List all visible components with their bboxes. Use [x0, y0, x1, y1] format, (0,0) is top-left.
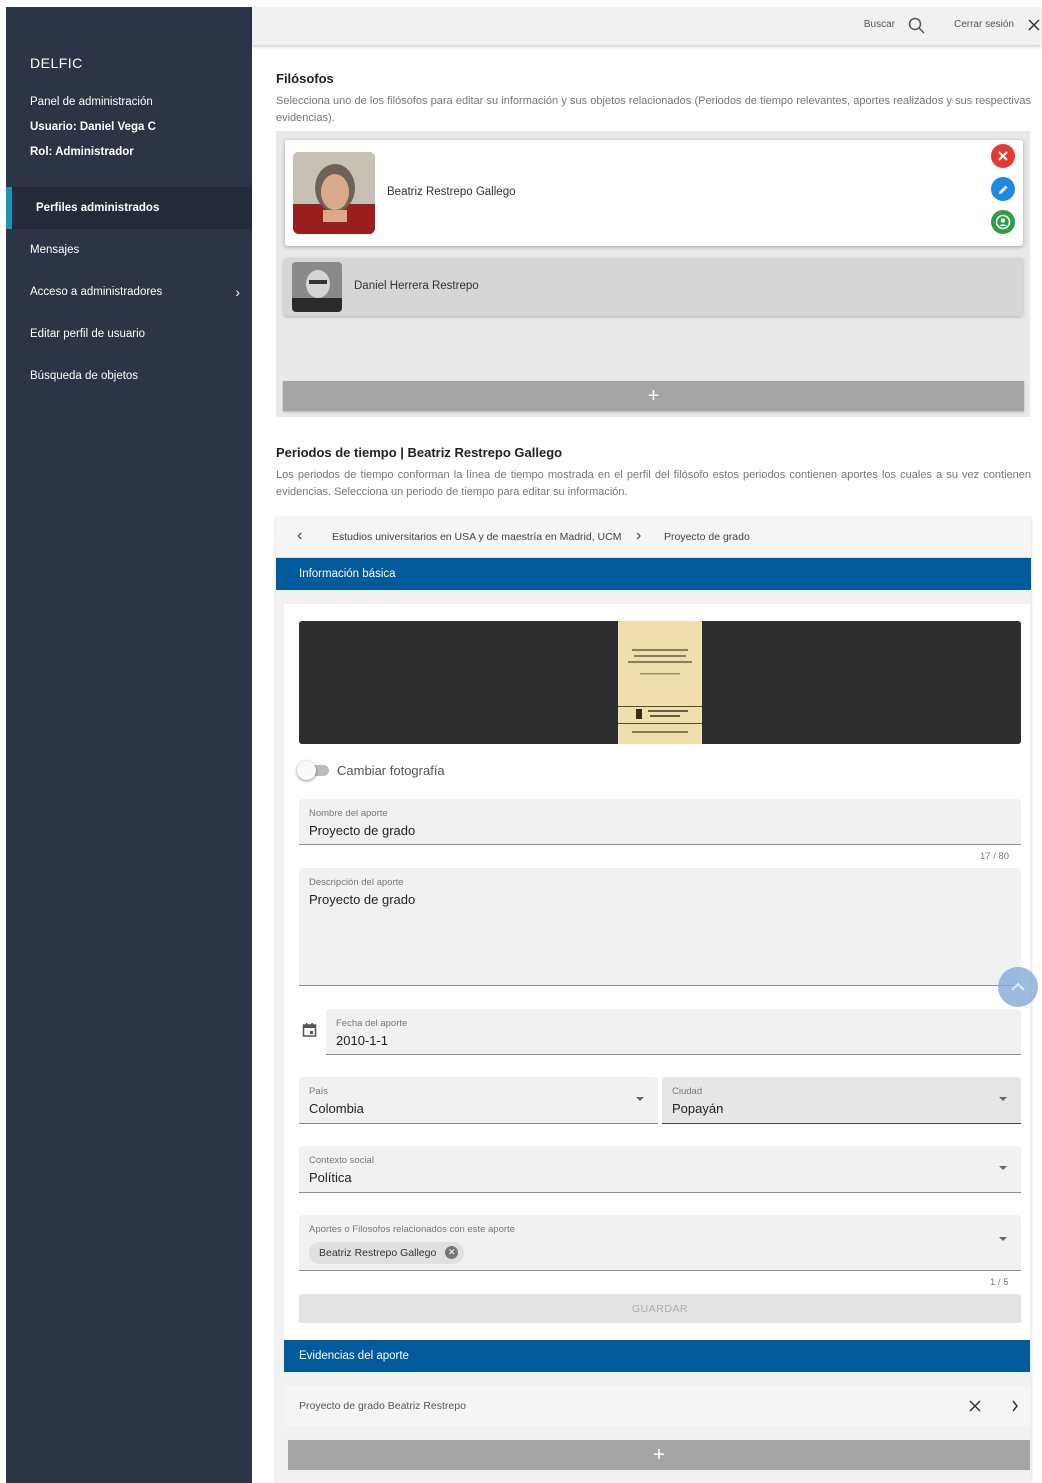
- sidebar-item-label: Búsqueda de objetos: [30, 370, 139, 382]
- user-label: Usuario: Daniel Vega C: [30, 121, 156, 133]
- evidence-label: Proyecto de grado Beatriz Restrepo: [299, 1400, 466, 1412]
- avatar: [292, 262, 342, 312]
- related-chip: Beatriz Restrepo Gallego ✕: [309, 1242, 465, 1264]
- contribution-description-field[interactable]: Descripción del aporte Proyecto de grado: [299, 868, 1021, 986]
- country-select[interactable]: País Colombia: [299, 1077, 658, 1124]
- philosophers-description: Selecciona uno de los filósofos para edi…: [276, 95, 1031, 124]
- sidebar: DELFIC Panel de administración Usuario: …: [6, 7, 252, 1483]
- dropdown-arrow-icon: [636, 1097, 644, 1101]
- field-value: Colombia: [309, 1101, 364, 1116]
- sidebar-item-label: Mensajes: [30, 244, 80, 256]
- field-label: Descripción del aporte: [309, 877, 404, 888]
- delete-evidence-icon[interactable]: [968, 1399, 982, 1418]
- philosopher-card[interactable]: Daniel Herrera Restrepo: [284, 258, 1023, 316]
- social-context-select[interactable]: Contexto social Política: [299, 1146, 1021, 1193]
- contribution-image: [299, 621, 1021, 744]
- field-value: Popayán: [672, 1101, 724, 1116]
- remove-chip-icon[interactable]: ✕: [445, 1246, 459, 1259]
- field-label: Nombre del aporte: [309, 808, 388, 819]
- basic-info-header: Información básica: [276, 558, 1031, 590]
- periods-description: Los periodos de tiempo conforman la líne…: [276, 469, 1031, 498]
- pencil-icon: [998, 185, 1007, 194]
- periods-title: Periodos de tiempo | Beatriz Restrepo Ga…: [276, 445, 563, 460]
- field-value: Proyecto de grado: [309, 823, 416, 838]
- edit-button[interactable]: [991, 177, 1015, 201]
- field-label: Ciudad: [672, 1086, 703, 1097]
- sidebar-item-perfiles[interactable]: Perfiles administrados: [6, 187, 252, 229]
- add-evidence-button[interactable]: +: [288, 1440, 1030, 1470]
- user-circle-icon: [995, 214, 1011, 230]
- dropdown-arrow-icon: [999, 1166, 1007, 1170]
- search-link[interactable]: Buscar: [864, 19, 895, 30]
- previous-period-link[interactable]: Estudios universitarios en USA y de maes…: [332, 531, 621, 543]
- chevron-right-icon[interactable]: ›: [636, 527, 641, 545]
- chip-label: Beatriz Restrepo Gallego: [319, 1247, 437, 1259]
- evidences-header: Evidencias del aporte: [284, 1340, 1030, 1372]
- dropdown-arrow-icon: [999, 1237, 1007, 1241]
- top-bar: Buscar Cerrar sesión: [252, 7, 1042, 45]
- chevron-right-icon: ›: [235, 284, 240, 300]
- chevron-up-icon: [1011, 982, 1025, 991]
- city-select[interactable]: Ciudad Popayán: [662, 1077, 1021, 1124]
- save-button[interactable]: GUARDAR: [299, 1294, 1021, 1323]
- chevron-right-icon[interactable]: [1011, 1399, 1019, 1418]
- related-counter: 1 / 5: [990, 1277, 1009, 1288]
- change-photo-label: Cambiar fotografía: [337, 763, 445, 778]
- sidebar-item-label: Editar perfil de usuario: [30, 328, 146, 340]
- role-label: Rol: Administrador: [30, 146, 134, 158]
- sidebar-item-label: Perfiles administrados: [36, 202, 160, 214]
- field-value: Política: [309, 1170, 352, 1185]
- field-label: Aportes o Filosofos relacionados con est…: [309, 1224, 515, 1235]
- dropdown-arrow-icon: [999, 1097, 1007, 1101]
- logout-link[interactable]: Cerrar sesión: [954, 19, 1014, 30]
- field-value: Proyecto de grado: [309, 892, 416, 907]
- field-label: Fecha del aporte: [336, 1018, 408, 1029]
- philosopher-name: Daniel Herrera Restrepo: [354, 280, 479, 292]
- panel-label: Panel de administración: [30, 96, 153, 108]
- contribution-date-field[interactable]: Fecha del aporte 2010-1-1: [326, 1009, 1021, 1055]
- field-value: 2010-1-1: [336, 1033, 389, 1048]
- philosopher-name: Beatriz Restrepo Gallego: [387, 186, 516, 198]
- book-cover-image: [618, 621, 702, 744]
- sidebar-item-mensajes[interactable]: Mensajes: [6, 229, 252, 271]
- delete-button[interactable]: [991, 144, 1015, 168]
- chevron-left-icon[interactable]: ‹: [297, 527, 302, 545]
- scroll-to-top-button[interactable]: [998, 967, 1038, 1007]
- sidebar-item-editar-perfil[interactable]: Editar perfil de usuario: [6, 313, 252, 355]
- period-navigation: ‹ Estudios universitarios en USA y de ma…: [276, 517, 1031, 558]
- view-profile-button[interactable]: [991, 210, 1015, 234]
- field-label: Contexto social: [309, 1155, 374, 1166]
- sidebar-item-acceso[interactable]: Acceso a administradores ›: [6, 271, 252, 313]
- philosophers-title: Filósofos: [276, 71, 334, 86]
- toggle-knob[interactable]: [297, 761, 316, 780]
- current-period-link[interactable]: Proyecto de grado: [664, 531, 750, 543]
- sidebar-item-busqueda[interactable]: Búsqueda de objetos: [6, 355, 252, 397]
- close-icon: [998, 151, 1008, 161]
- sidebar-item-label: Acceso a administradores: [30, 286, 163, 298]
- calendar-icon[interactable]: [302, 1022, 317, 1043]
- philosopher-card-selected[interactable]: Beatriz Restrepo Gallego: [285, 140, 1023, 246]
- close-icon[interactable]: [1026, 17, 1042, 38]
- brand-title: DELFIC: [30, 55, 83, 71]
- search-icon[interactable]: [907, 16, 927, 41]
- evidence-item[interactable]: Proyecto de grado Beatriz Restrepo: [284, 1386, 1030, 1426]
- contribution-name-field[interactable]: Nombre del aporte Proyecto de grado: [299, 799, 1021, 845]
- avatar: [293, 152, 375, 234]
- field-label: País: [309, 1086, 329, 1097]
- name-char-counter: 17 / 80: [980, 851, 1010, 862]
- add-philosopher-button[interactable]: +: [283, 381, 1024, 411]
